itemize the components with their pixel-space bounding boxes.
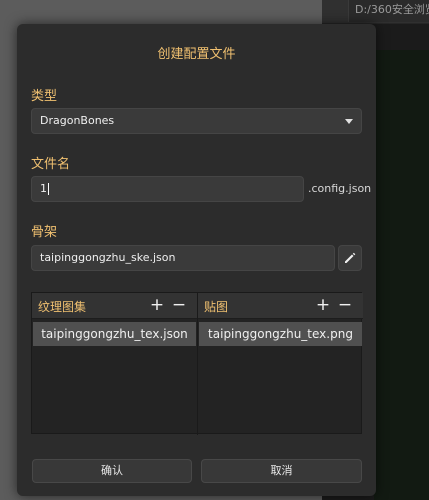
texture-label: 贴图 [204,300,229,314]
remove-texture-button[interactable]: − [337,295,353,315]
skeleton-field[interactable]: taipinggongzhu_ske.json [31,245,335,271]
texture-list-item[interactable]: taipinggongzhu_tex.png [199,322,362,346]
add-atlas-button[interactable]: + [149,295,165,315]
edit-skeleton-button[interactable] [338,245,362,271]
type-select[interactable]: DragonBones [31,108,362,134]
atlas-list-item[interactable]: taipinggongzhu_tex.json [33,322,196,346]
atlas-label: 纹理图集 [38,300,87,314]
chevron-down-icon [345,119,353,124]
pencil-icon [345,252,356,263]
confirm-button[interactable]: 确认 [32,459,192,483]
skeleton-label: 骨架 [31,225,58,240]
filename-label: 文件名 [31,157,71,172]
texture-panel-header: 贴图 + − [198,293,363,319]
column-divider [197,293,198,435]
background-viewport [374,50,429,500]
type-select-value: DragonBones [40,114,115,127]
path-bar: D:/360安全浏览 [348,0,429,22]
skeleton-value: taipinggongzhu_ske.json [40,251,176,264]
text-cursor [48,183,49,195]
resource-panel: 纹理图集 + − 贴图 + − taipinggongzhu_tex.json … [31,292,363,435]
cancel-button[interactable]: 取消 [201,459,362,483]
type-label: 类型 [31,89,58,104]
filename-input[interactable]: 1 [31,176,304,202]
dialog-title: 创建配置文件 [157,47,236,62]
remove-atlas-button[interactable]: − [171,295,187,315]
add-texture-button[interactable]: + [315,295,331,315]
atlas-panel-header: 纹理图集 + − [32,293,197,319]
create-config-dialog: 创建配置文件 类型 DragonBones 文件名 1 .config.json… [17,24,376,496]
filename-suffix: .config.json [308,182,372,195]
filename-value: 1 [40,182,47,195]
